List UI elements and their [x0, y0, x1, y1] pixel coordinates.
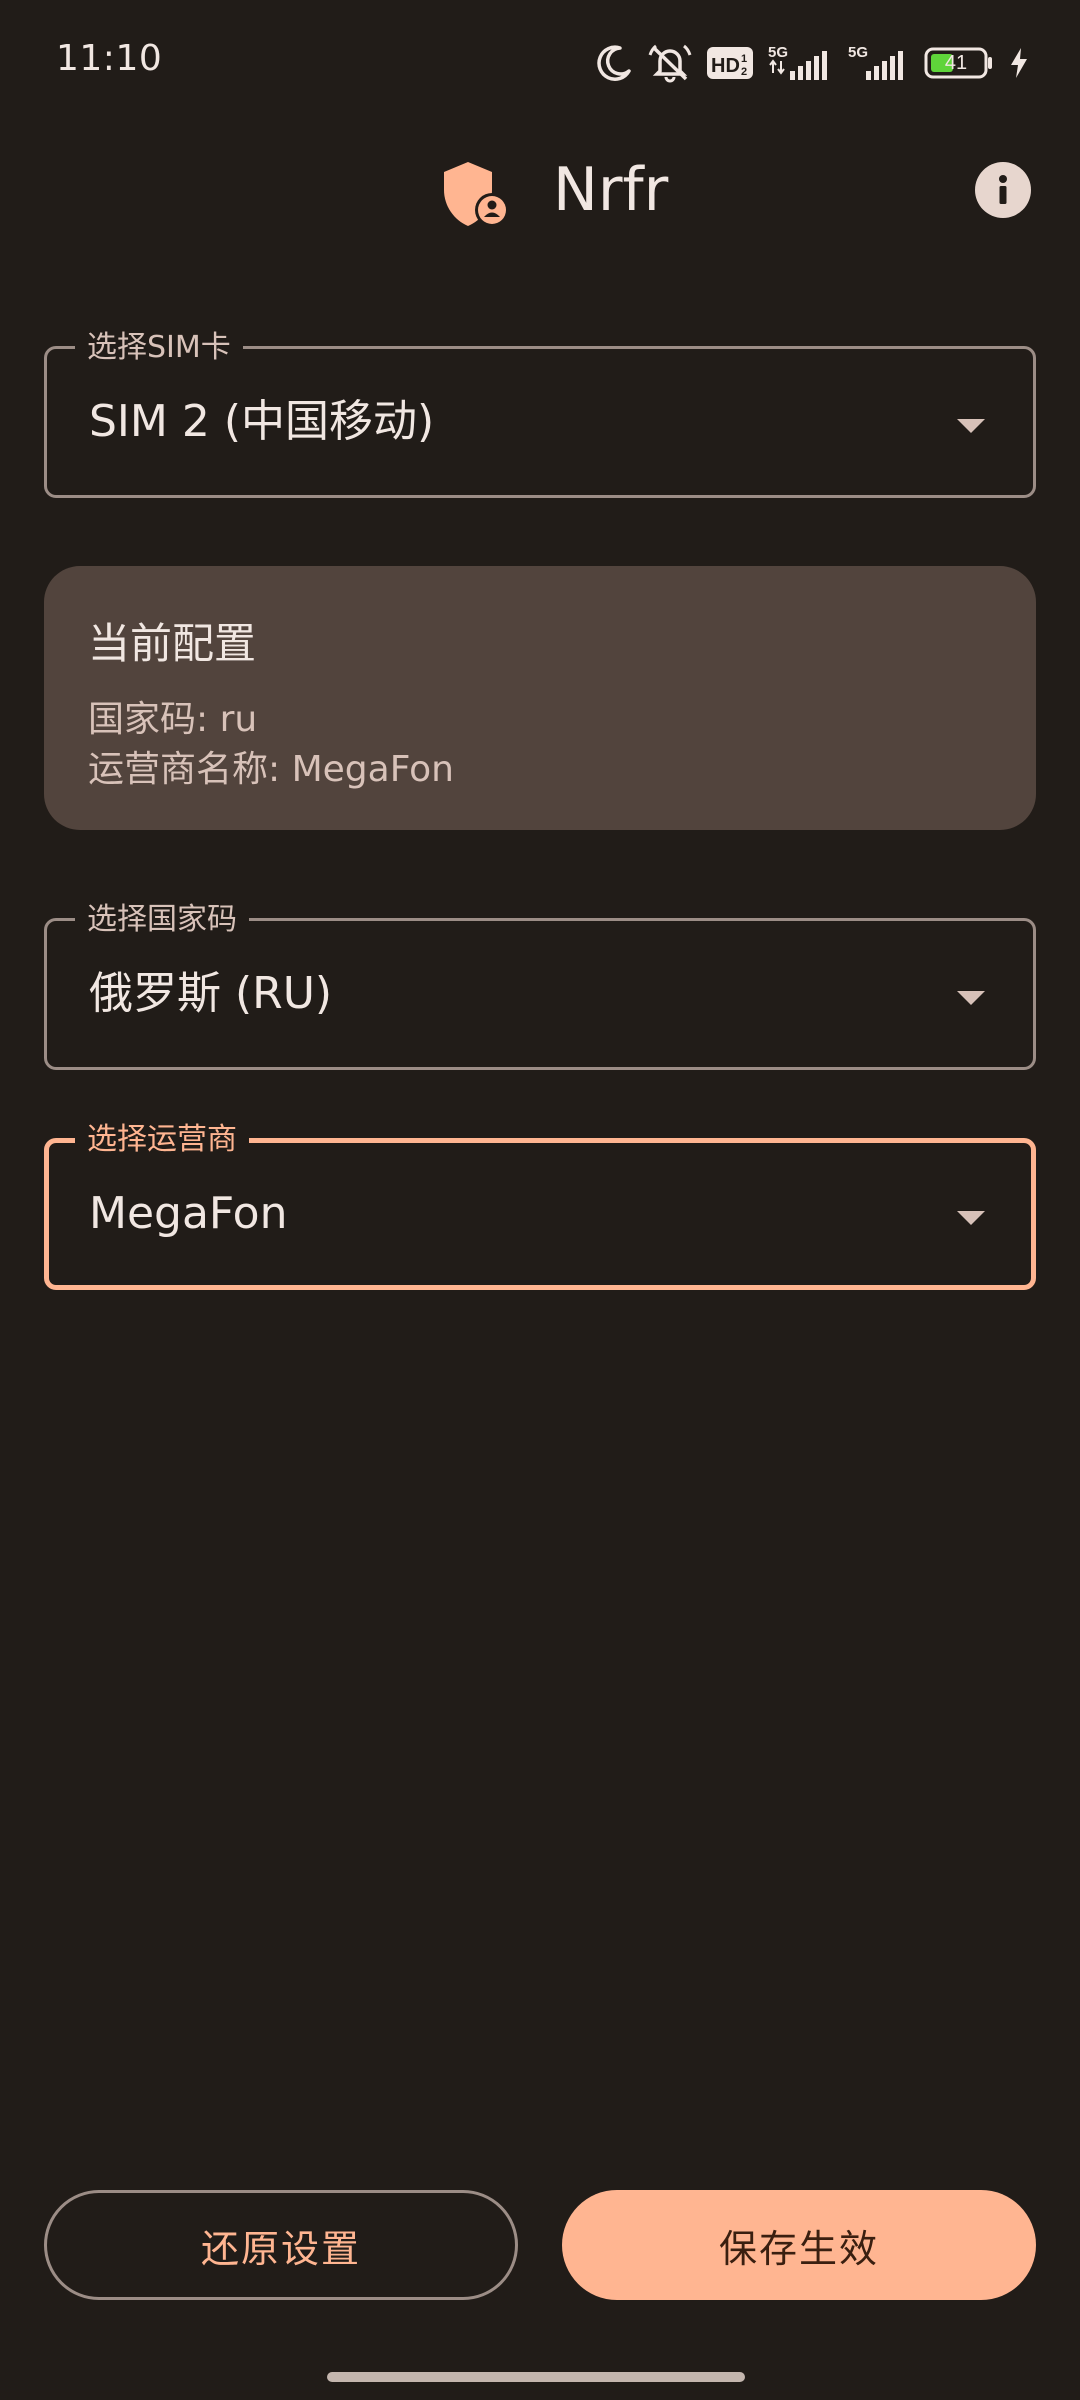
- current-config-title: 当前配置: [88, 619, 257, 668]
- country-code-label: 选择国家码: [75, 902, 249, 938]
- battery-icon: 41: [924, 46, 994, 80]
- app-bar: Nrfr: [0, 140, 1080, 250]
- svg-text:HD: HD: [711, 55, 740, 77]
- dropdown-arrow-icon: [957, 419, 985, 433]
- svg-text:5G: 5G: [848, 44, 868, 61]
- gesture-navigation-bar[interactable]: [327, 2372, 745, 2382]
- sim-select-label: 选择SIM卡: [75, 330, 243, 366]
- charging-icon: [1011, 48, 1027, 78]
- carrier-value: MegaFon: [89, 1188, 288, 1239]
- status-bar: 11:10 HD 1 2 5G 5G 41: [0, 0, 1080, 126]
- silent-mode-icon: [648, 44, 692, 83]
- reset-settings-button[interactable]: 还原设置: [44, 2190, 518, 2300]
- carrier-label: 选择运营商: [75, 1122, 249, 1158]
- svg-text:5G: 5G: [768, 44, 788, 61]
- svg-text:2: 2: [741, 66, 747, 78]
- status-icons: HD 1 2 5G 5G 41: [594, 38, 1030, 88]
- signal-5g-icon: 5G: [768, 44, 827, 80]
- info-icon: [999, 175, 1007, 204]
- dropdown-arrow-icon: [957, 1211, 985, 1225]
- dropdown-arrow-icon: [957, 991, 985, 1005]
- signal-5g-icon-2: 5G: [848, 44, 903, 80]
- info-button[interactable]: [975, 162, 1031, 218]
- current-carrier-name: 运营商名称: MegaFon: [88, 749, 454, 790]
- current-country-code: 国家码: ru: [88, 699, 258, 740]
- carrier-dropdown[interactable]: 选择运营商 MegaFon: [44, 1122, 1036, 1290]
- current-config-card: 当前配置 国家码: ru 运营商名称: MegaFon: [44, 566, 1036, 830]
- moon-icon: [597, 45, 631, 81]
- country-code-dropdown[interactable]: 选择国家码 俄罗斯 (RU): [44, 902, 1036, 1070]
- sim-select-value: SIM 2 (中国移动): [89, 396, 435, 447]
- status-time: 11:10: [56, 38, 163, 79]
- hd-voice-icon: HD 1 2: [707, 47, 753, 79]
- app-title: Nrfr: [553, 155, 669, 225]
- sim-select-dropdown[interactable]: 选择SIM卡 SIM 2 (中国移动): [44, 330, 1036, 498]
- shield-person-icon: [444, 162, 509, 227]
- save-apply-button[interactable]: 保存生效: [562, 2190, 1036, 2300]
- battery-level: 41: [944, 52, 968, 74]
- svg-text:1: 1: [741, 53, 747, 65]
- country-code-value: 俄罗斯 (RU): [89, 968, 333, 1019]
